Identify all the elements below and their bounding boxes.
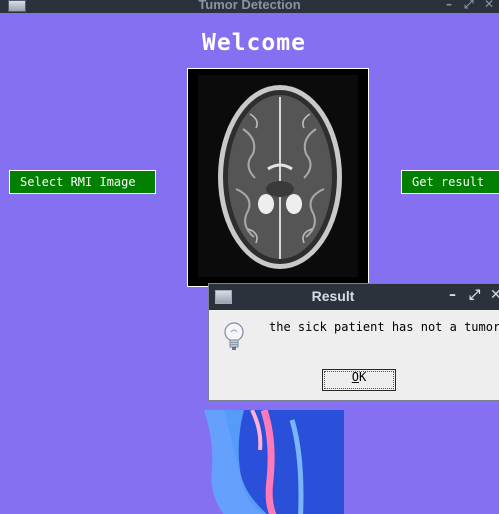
- ok-label-rest: K: [359, 370, 367, 384]
- dialog-message: the sick patient has not a tumor!: [269, 320, 499, 334]
- dialog-title: Result: [311, 288, 355, 304]
- dialog-titlebar[interactable]: Result – ⤢ ✕: [209, 284, 499, 310]
- window-title: Tumor Detection: [198, 0, 301, 12]
- get-result-button[interactable]: Get result: [401, 170, 499, 194]
- maximize-button[interactable]: ⤢: [464, 0, 474, 12]
- dialog-close-button[interactable]: ✕: [490, 287, 499, 303]
- main-window-titlebar[interactable]: Tumor Detection – ⤢ ✕: [0, 0, 499, 13]
- select-image-button[interactable]: Select RMI Image: [9, 170, 156, 194]
- result-dialog: Result – ⤢ ✕ the sick patient has not a …: [208, 283, 499, 401]
- close-button[interactable]: ✕: [484, 0, 494, 11]
- ok-button[interactable]: OK: [322, 369, 396, 391]
- main-content: Welcome Select RMI Image Get result: [4, 13, 499, 514]
- ok-mnemonic: O: [351, 370, 359, 384]
- neck-anatomy-icon: [204, 410, 344, 514]
- welcome-heading: Welcome: [202, 30, 306, 56]
- lightbulb-icon: [224, 322, 244, 350]
- dialog-minimize-button[interactable]: –: [449, 287, 456, 303]
- dialog-maximize-button[interactable]: ⤢: [469, 287, 480, 303]
- mri-image: [187, 68, 369, 287]
- brain-mri-icon: [188, 69, 368, 286]
- minimize-button[interactable]: –: [446, 0, 452, 11]
